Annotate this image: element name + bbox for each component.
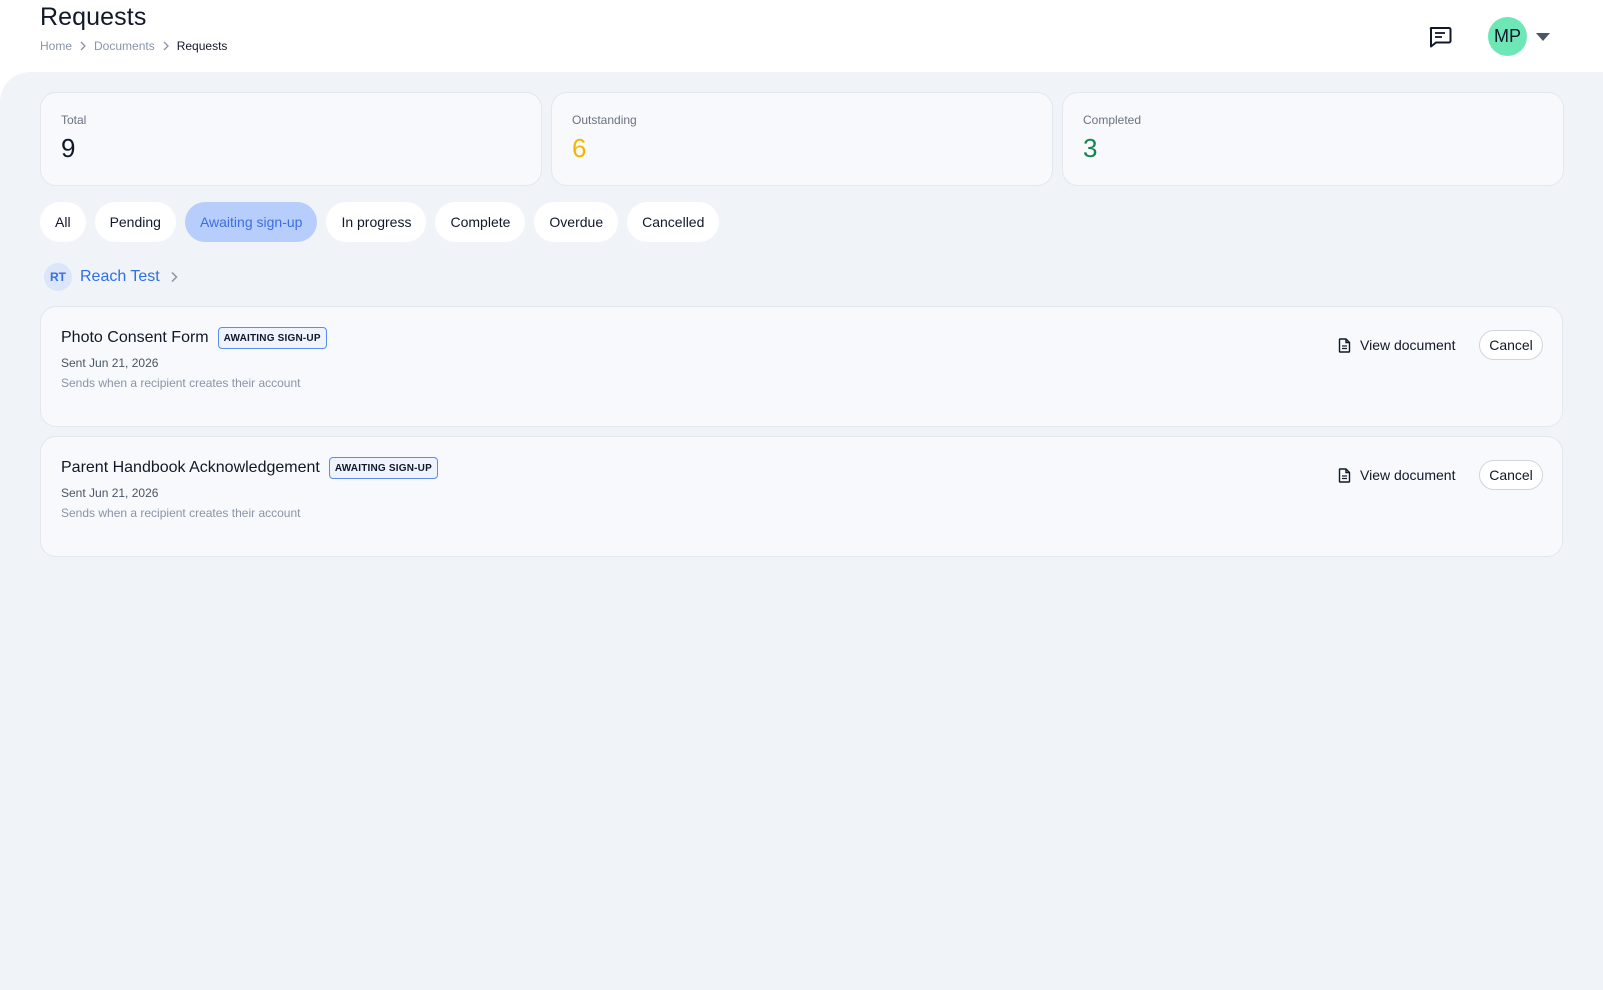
breadcrumb-home[interactable]: Home <box>40 39 72 53</box>
stat-card-completed: Completed 3 <box>1062 92 1564 186</box>
stat-label: Total <box>61 113 87 127</box>
request-note: Sends when a recipient creates their acc… <box>61 376 301 390</box>
stat-label: Outstanding <box>572 113 637 127</box>
main-content: Total 9 Outstanding 6 Completed 3 All Pe… <box>0 72 1603 990</box>
sent-date: Sent Jun 21, 2026 <box>61 356 159 370</box>
request-title: Parent Handbook Acknowledgement <box>61 459 320 476</box>
top-bar: Requests Home Documents Requests MP <box>0 0 1603 72</box>
stat-value: 6 <box>572 133 587 163</box>
filter-pending[interactable]: Pending <box>94 202 176 242</box>
status-badge: AWAITING SIGN-UP <box>328 457 438 479</box>
file-text-icon <box>1338 467 1351 483</box>
request-title: Photo Consent Form <box>61 329 209 346</box>
view-document-button[interactable]: View document <box>1338 461 1455 489</box>
filter-all[interactable]: All <box>40 202 86 242</box>
stat-label: Completed <box>1083 113 1142 127</box>
stats-row: Total 9 Outstanding 6 Completed 3 <box>40 92 1564 186</box>
stat-card-total: Total 9 <box>40 92 542 186</box>
stat-value: 3 <box>1083 133 1098 163</box>
group-name: Reach Test <box>80 268 160 285</box>
stat-value: 9 <box>61 133 76 163</box>
filter-cancelled[interactable]: Cancelled <box>627 202 720 242</box>
filter-overdue[interactable]: Overdue <box>534 202 619 242</box>
file-text-icon <box>1338 337 1351 353</box>
caret-down-icon[interactable] <box>1535 31 1551 43</box>
filter-awaiting-sign-up[interactable]: Awaiting sign-up <box>184 202 318 242</box>
filter-in-progress[interactable]: In progress <box>326 202 427 242</box>
status-badge: AWAITING SIGN-UP <box>217 327 327 349</box>
sent-date: Sent Jun 21, 2026 <box>61 486 159 500</box>
status-filter-tabs: All Pending Awaiting sign-up In progress… <box>40 202 720 242</box>
page-title: Requests <box>40 3 147 31</box>
view-document-label: View document <box>1360 467 1456 483</box>
view-document-button[interactable]: View document <box>1338 331 1455 359</box>
group-avatar: RT <box>44 263 72 291</box>
cancel-button[interactable]: Cancel <box>1479 330 1543 360</box>
cancel-button[interactable]: Cancel <box>1479 460 1543 490</box>
request-card: Photo Consent Form AWAITING SIGN-UP Sent… <box>40 306 1563 427</box>
view-document-label: View document <box>1360 337 1456 353</box>
group-header[interactable]: RT Reach Test <box>44 263 178 291</box>
message-square-icon[interactable] <box>1427 24 1453 50</box>
chevron-right-icon <box>162 41 170 51</box>
request-note: Sends when a recipient creates their acc… <box>61 506 301 520</box>
breadcrumb-current: Requests <box>176 39 228 53</box>
request-card: Parent Handbook Acknowledgement AWAITING… <box>40 436 1563 557</box>
stat-card-outstanding: Outstanding 6 <box>551 92 1053 186</box>
chevron-right-icon <box>170 271 178 283</box>
breadcrumb: Home Documents Requests <box>40 39 227 53</box>
avatar[interactable]: MP <box>1488 17 1527 56</box>
breadcrumb-documents[interactable]: Documents <box>94 39 155 53</box>
filter-complete[interactable]: Complete <box>435 202 526 242</box>
chevron-right-icon <box>79 41 87 51</box>
